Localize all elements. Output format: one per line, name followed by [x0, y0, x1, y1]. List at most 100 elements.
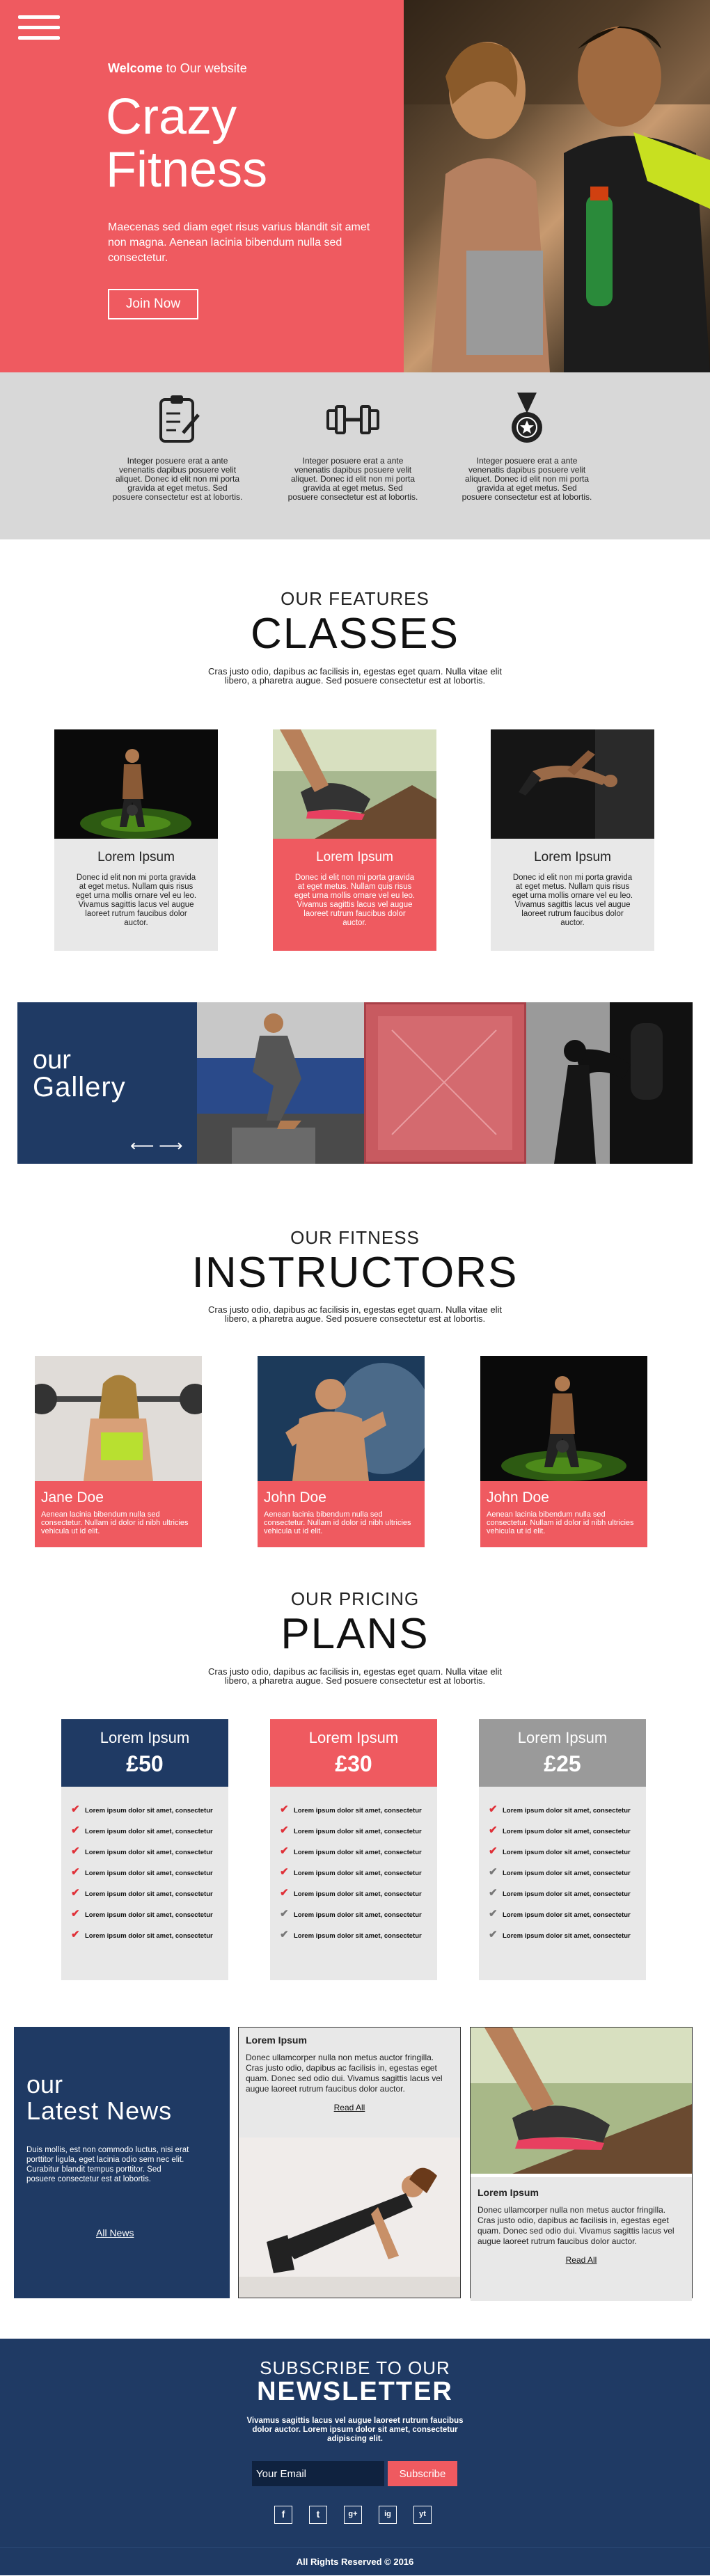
- facebook-icon[interactable]: f: [274, 2506, 292, 2524]
- pricing-card[interactable]: Lorem Ipsum £25 ✔ Lorem ipsum dolor sit am…: [479, 1719, 646, 1980]
- plan-feature-text: Lorem ipsum dolor sit amet, consectetur: [503, 1828, 631, 1835]
- instructor-card[interactable]: Jane Doe Aenean lacinia bibendum nulla se…: [26, 1356, 210, 1547]
- class-card[interactable]: Lorem Ipsum Donec id elit non mi porta gr…: [491, 729, 654, 951]
- check-icon: ✔: [71, 1845, 80, 1857]
- plan-feature: ✔ Lorem ipsum dolor sit amet, consectetur: [71, 1925, 228, 1945]
- plan-price: £25: [544, 1751, 581, 1776]
- plan-feature-text: Lorem ipsum dolor sit amet, consectetur: [294, 1870, 422, 1877]
- check-icon: ✔: [489, 1824, 498, 1836]
- plan-feature: ✔ Lorem ipsum dolor sit amet, consectetur: [280, 1883, 437, 1904]
- class-text: Donec id elit non mi porta gravida at eg…: [512, 874, 633, 927]
- check-icon: ✔: [489, 1866, 498, 1878]
- clipboard-icon: [148, 390, 207, 448]
- gallery-label-line2: Gallery: [33, 1072, 126, 1103]
- email-input[interactable]: [252, 2461, 384, 2486]
- instructor-photo: [480, 1356, 647, 1481]
- newsletter-heading: NEWSLETTER: [257, 2377, 453, 2406]
- gallery-label-line1: our: [33, 1045, 71, 1075]
- pricing-header: Lorem Ipsum £25: [479, 1719, 646, 1787]
- hero-title: Crazy Fitness: [106, 89, 268, 198]
- instructor-photo: [258, 1356, 432, 1481]
- classes-subheading: OUR FEATURES: [281, 588, 429, 609]
- plan-feature-text: Lorem ipsum dolor sit amet, consectetur: [503, 1849, 631, 1856]
- footer: All Rights Reserved © 2016: [0, 2547, 710, 2575]
- plan-name: Lorem Ipsum: [308, 1729, 399, 1746]
- class-image: [491, 729, 654, 839]
- check-icon: ✔: [280, 1845, 289, 1857]
- plan-feature: ✔ Lorem ipsum dolor sit amet, consectetur: [280, 1862, 437, 1883]
- plan-price: £30: [335, 1751, 372, 1776]
- gallery-section: our Gallery ⟵ ⟶: [17, 1000, 693, 1166]
- plan-feature-text: Lorem ipsum dolor sit amet, consectetur: [85, 1932, 213, 1940]
- instructor-name: John Doe: [487, 1490, 549, 1506]
- class-image: [54, 729, 218, 839]
- plan-feature-list: ✔ Lorem ipsum dolor sit amet, consectetur…: [479, 1787, 646, 1945]
- class-title: Lorem Ipsum: [97, 850, 175, 864]
- plan-feature-text: Lorem ipsum dolor sit amet, consectetur: [503, 1890, 631, 1898]
- gallery-image[interactable]: [526, 1002, 693, 1164]
- plan-feature: ✔ Lorem ipsum dolor sit amet, consectetur: [280, 1904, 437, 1925]
- check-icon: ✔: [71, 1803, 80, 1815]
- read-all-link[interactable]: Read All: [478, 2255, 685, 2265]
- class-card[interactable]: Lorem Ipsum Donec id elit non mi porta gr…: [54, 729, 218, 951]
- check-icon: ✔: [280, 1866, 289, 1878]
- plan-feature: ✔ Lorem ipsum dolor sit amet, consectetur: [489, 1862, 646, 1883]
- instructor-photo: [26, 1356, 210, 1481]
- plan-name: Lorem Ipsum: [517, 1729, 608, 1746]
- check-icon: ✔: [489, 1803, 498, 1815]
- check-icon: ✔: [280, 1887, 289, 1899]
- news-image: [239, 2138, 460, 2301]
- news-image: [471, 2028, 692, 2177]
- instagram-icon[interactable]: ig: [379, 2506, 397, 2524]
- class-text: Donec id elit non mi porta gravida at eg…: [294, 874, 416, 927]
- google-plus-icon[interactable]: g+: [344, 2506, 362, 2524]
- plan-price: £50: [126, 1751, 164, 1776]
- plan-feature-text: Lorem ipsum dolor sit amet, consectetur: [294, 1890, 422, 1898]
- check-icon: ✔: [280, 1803, 289, 1815]
- gallery-image[interactable]: [362, 1000, 528, 1166]
- pricing-heading: PLANS: [281, 1610, 429, 1658]
- news-text: Donec ullamcorper nulla non metus auctor…: [246, 2053, 443, 2094]
- hero-text: Maecenas sed diam eget risus varius blan…: [108, 221, 370, 264]
- read-all-link[interactable]: Read All: [246, 2103, 453, 2112]
- gallery-arrows-icon[interactable]: ⟵ ⟶: [130, 1136, 182, 1156]
- check-icon: ✔: [71, 1908, 80, 1920]
- plan-feature: ✔ Lorem ipsum dolor sit amet, consectetur: [489, 1883, 646, 1904]
- pricing-intro: Cras justo odio, dapibus ac facilisis in…: [208, 1666, 502, 1686]
- classes-heading: CLASSES: [250, 610, 460, 658]
- plan-feature-text: Lorem ipsum dolor sit amet, consectetur: [294, 1807, 422, 1815]
- instructor-text: Aenean lacinia bibendum nulla sed consec…: [41, 1510, 189, 1535]
- plan-feature: ✔ Lorem ipsum dolor sit amet, consectetur: [71, 1841, 228, 1862]
- check-icon: ✔: [280, 1824, 289, 1836]
- news-intro: Duis mollis, est non commodo luctus, nis…: [26, 2146, 189, 2183]
- join-now-button[interactable]: Join Now: [108, 289, 198, 319]
- pricing-header: Lorem Ipsum £30: [270, 1719, 437, 1787]
- subscribe-button[interactable]: Subscribe: [388, 2461, 457, 2486]
- instructor-card[interactable]: John Doe Aenean lacinia bibendum nulla se…: [258, 1356, 432, 1547]
- check-icon: ✔: [489, 1887, 498, 1899]
- plan-feature-text: Lorem ipsum dolor sit amet, consectetur: [85, 1890, 213, 1898]
- plan-feature: ✔ Lorem ipsum dolor sit amet, consectetur: [280, 1925, 437, 1945]
- feature-item: Integer posuere erat a ante venenatis da…: [461, 390, 593, 502]
- news-card[interactable]: Lorem Ipsum Donec ullamcorper nulla non m…: [470, 2027, 693, 2301]
- hero-photo: [404, 0, 710, 372]
- instructors-heading: INSTRUCTORS: [191, 1249, 519, 1297]
- plan-feature: ✔ Lorem ipsum dolor sit amet, consectetur: [71, 1799, 228, 1820]
- pricing-card[interactable]: Lorem Ipsum £30 ✔ Lorem ipsum dolor sit am…: [270, 1719, 437, 1980]
- all-news-link[interactable]: All News: [96, 2227, 134, 2238]
- plan-feature-text: Lorem ipsum dolor sit amet, consectetur: [85, 1828, 213, 1835]
- instructor-card[interactable]: John Doe Aenean lacinia bibendum nulla se…: [480, 1356, 647, 1547]
- news-card[interactable]: Lorem Ipsum Donec ullamcorper nulla non m…: [238, 2027, 461, 2298]
- feature-text: Integer posuere erat a ante venenatis da…: [287, 456, 418, 502]
- plan-feature-text: Lorem ipsum dolor sit amet, consectetur: [503, 1911, 631, 1919]
- gallery-label: our Gallery ⟵ ⟶: [17, 1002, 197, 1164]
- hamburger-menu-icon[interactable]: [18, 15, 60, 46]
- twitter-icon[interactable]: t: [309, 2506, 327, 2524]
- plan-name: Lorem Ipsum: [100, 1729, 190, 1746]
- class-card[interactable]: Lorem Ipsum Donec id elit non mi porta gr…: [273, 729, 436, 951]
- pricing-card[interactable]: Lorem Ipsum £50 ✔ Lorem ipsum dolor sit am…: [61, 1719, 228, 1980]
- feature-text: Integer posuere erat a ante venenatis da…: [112, 456, 243, 502]
- gallery-image[interactable]: [197, 1002, 364, 1164]
- news-text: Donec ullamcorper nulla non metus auctor…: [478, 2205, 674, 2246]
- youtube-icon[interactable]: yt: [413, 2506, 432, 2524]
